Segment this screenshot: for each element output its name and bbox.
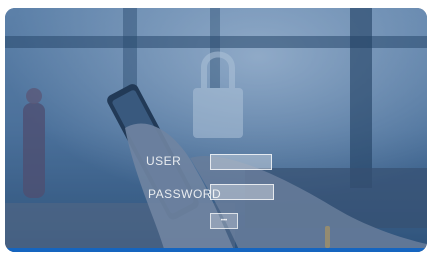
hero-image-card: USER PASSWORD ••• [5, 8, 427, 252]
login-button: ••• [210, 213, 238, 229]
accent-bar [5, 248, 427, 252]
password-field [210, 184, 274, 200]
username-label: USER [146, 154, 182, 168]
username-field [210, 154, 272, 170]
